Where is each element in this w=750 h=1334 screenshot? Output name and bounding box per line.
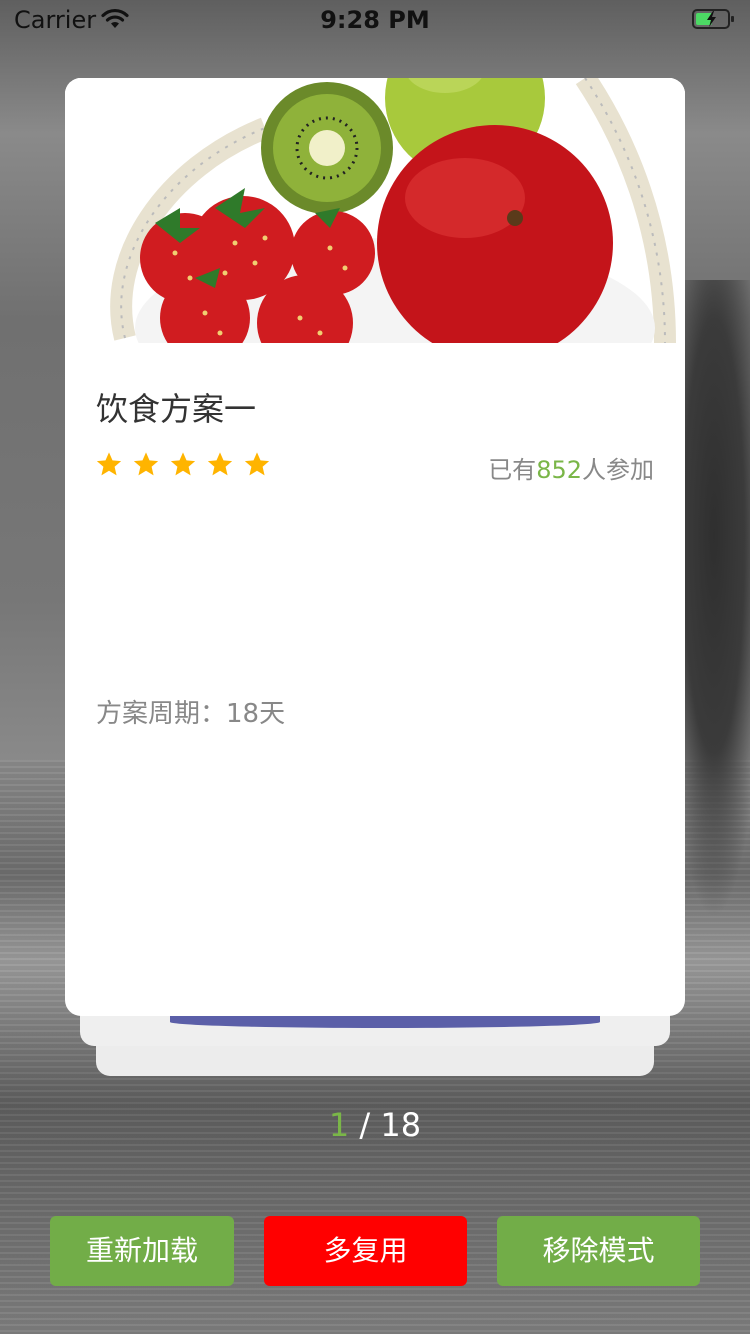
star-icon (207, 452, 233, 476)
page-total: 18 (380, 1106, 422, 1144)
cycle-value: 18天 (226, 699, 286, 729)
next-card-image-peek (170, 1016, 600, 1028)
page-separator: / (349, 1106, 381, 1144)
participants-text: 已有852人参加 (488, 450, 654, 485)
status-time: 9:28 PM (320, 6, 430, 34)
rating-stars (95, 450, 271, 478)
fruit-image (65, 78, 685, 343)
plan-cycle: 方案周期：18天 (96, 693, 285, 730)
star-icon (170, 452, 196, 476)
page-current: 1 (328, 1106, 350, 1144)
participants-suffix: 人参加 (582, 456, 654, 484)
participants-count: 852 (536, 456, 582, 484)
reload-button[interactable]: 重新加载 (50, 1216, 234, 1286)
reuse-button[interactable]: 多复用 (264, 1216, 467, 1286)
status-bar: Carrier 9:28 PM (0, 0, 750, 40)
plan-card[interactable]: 饮食方案一 已有852人参加 方案周期：18天 (65, 78, 685, 1016)
page-indicator: 1 / 18 (0, 1106, 750, 1144)
plan-title: 饮食方案一 (96, 390, 257, 428)
star-icon (244, 452, 270, 476)
battery-charging-icon (692, 8, 736, 30)
cycle-label: 方案周期： (96, 699, 227, 729)
remove-mode-button[interactable]: 移除模式 (497, 1216, 700, 1286)
star-icon (133, 452, 159, 476)
participants-prefix: 已有 (488, 456, 537, 484)
star-icon (96, 452, 122, 476)
